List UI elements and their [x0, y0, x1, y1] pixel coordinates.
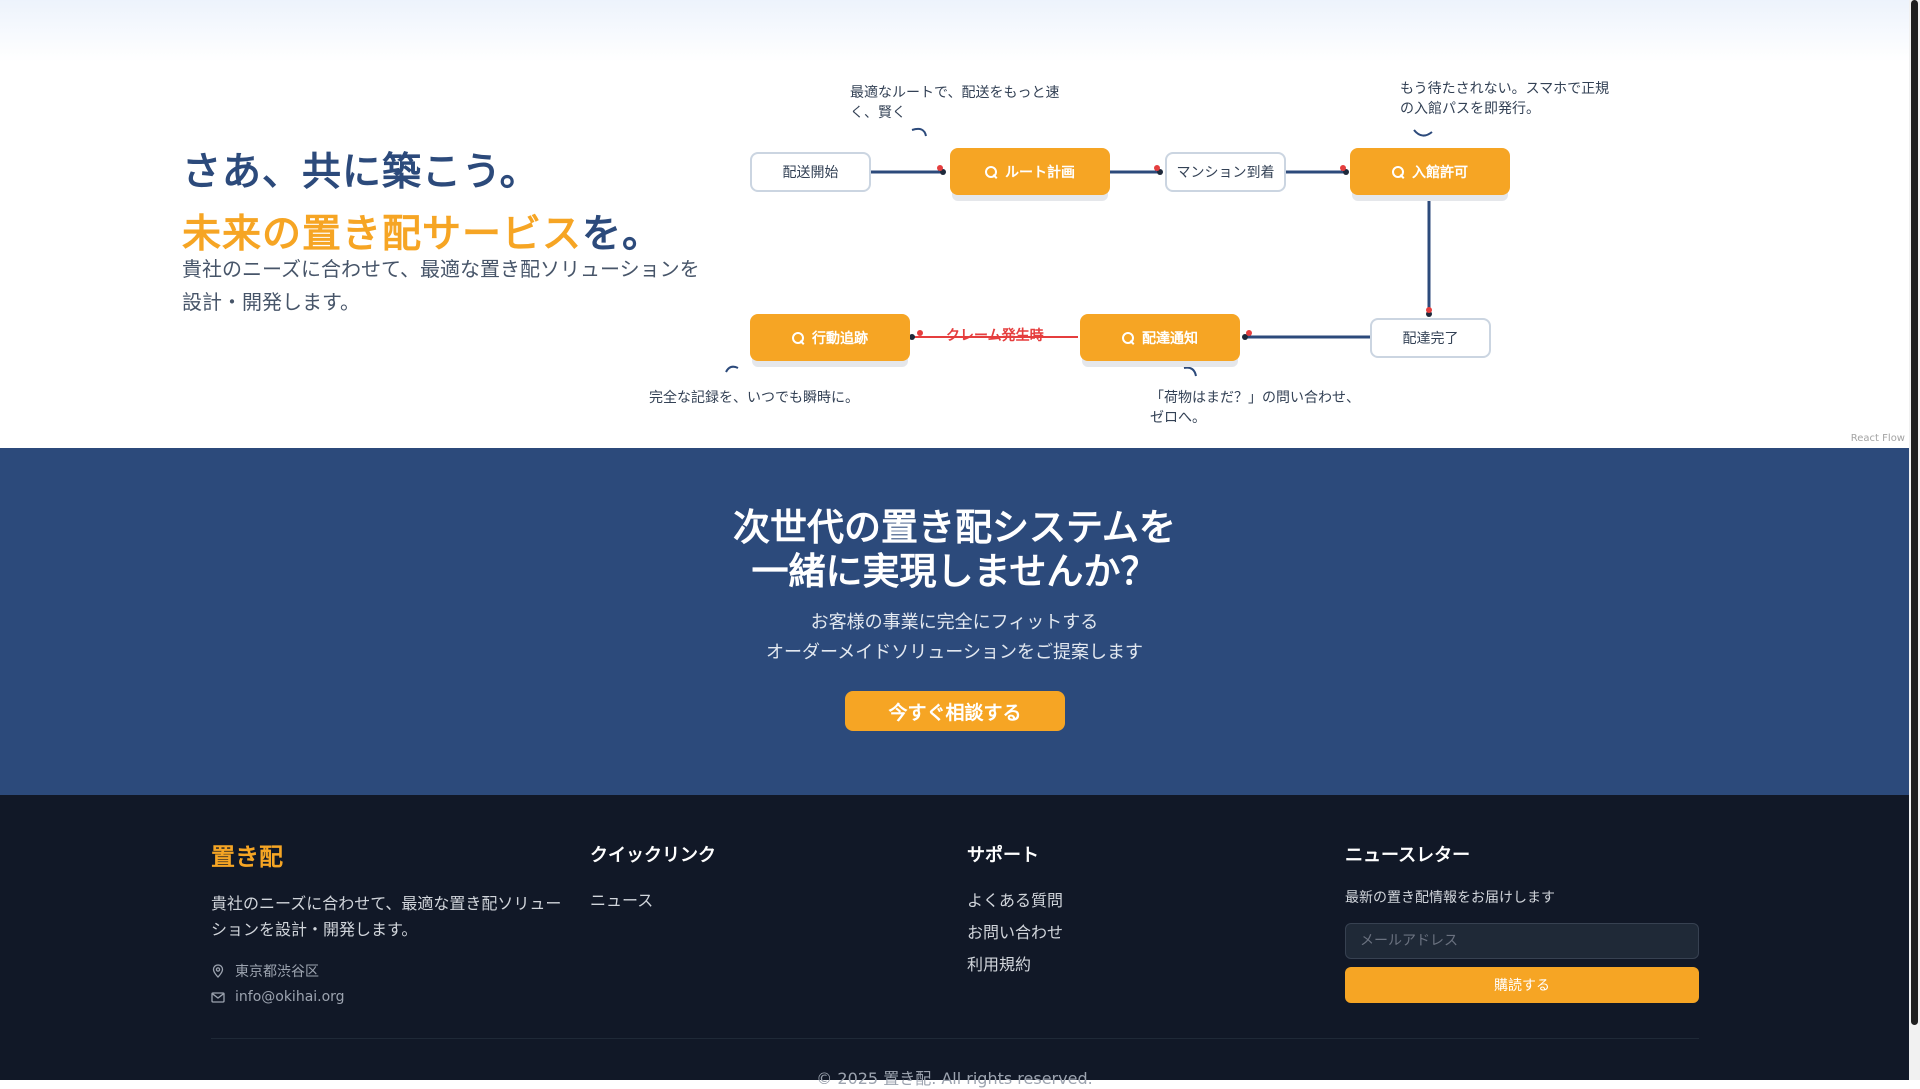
footer-divider [211, 1038, 1699, 1039]
flow-node-arrive[interactable]: マンション到着 [1165, 152, 1286, 192]
edge-label-complaint: クレーム発生時 [946, 328, 1044, 344]
flow-note-route: 最適なルートで、配送をもっと速く、賢く [850, 85, 1060, 121]
quick-link-news[interactable]: ニュース [590, 885, 653, 917]
support-link-faq[interactable]: よくある質問 [967, 885, 1063, 917]
subscribe-button[interactable]: 購読する [1345, 967, 1699, 1003]
flow-node-label: ルート計画 [1005, 164, 1075, 181]
flow-edges [725, 127, 1433, 377]
flow-node-label: 配送開始 [782, 165, 839, 181]
curved-arrow-icon [725, 365, 739, 373]
search-icon [985, 165, 997, 178]
cta-section: 次世代の置き配システムを 一緒に実現しませんか？ お客様の事業に完全にフィットす… [0, 448, 1909, 795]
footer: 置き配 貴社のニーズに合わせて、最適な置き配ソリューションを設計・開発します。 … [0, 795, 1909, 1088]
search-icon [1122, 331, 1134, 344]
curved-arrow-icon [1183, 366, 1197, 377]
footer-address: 東京都渋谷区 [211, 961, 319, 981]
newsletter-description: 最新の置き配情報をお届けします [1345, 890, 1555, 906]
support-link-terms[interactable]: 利用規約 [967, 949, 1063, 981]
flow-node-route[interactable]: ルート計画 [950, 148, 1110, 195]
page-scrollbar-thumb[interactable] [1911, 0, 1918, 1025]
flow-node-label: 配達完了 [1402, 331, 1459, 347]
flow-node-label: マンション到着 [1176, 165, 1275, 181]
flow-node-entry[interactable]: 入館許可 [1350, 148, 1510, 195]
support-links-list: よくある質問 お問い合わせ 利用規約 [967, 885, 1063, 981]
flow-node-label: 配達通知 [1142, 330, 1198, 347]
flow-node-start[interactable]: 配送開始 [750, 152, 871, 192]
support-link-contact[interactable]: お問い合わせ [967, 917, 1063, 949]
flow-node-notify[interactable]: 配達通知 [1080, 314, 1240, 361]
flow-node-done[interactable]: 配達完了 [1370, 318, 1491, 358]
flow-note-track: 完全な記録を、いつでも瞬時に。 [649, 390, 859, 406]
react-flow-attribution[interactable]: React Flow [1851, 433, 1905, 444]
footer-email[interactable]: info@okihai.org [211, 989, 345, 1005]
flow-node-label: 行動追跡 [812, 330, 868, 347]
footer-email-text: info@okihai.org [235, 989, 345, 1005]
flow-node-label: 入館許可 [1412, 164, 1468, 181]
search-icon [1392, 165, 1404, 178]
newsletter-title: ニュースレター [1345, 845, 1471, 866]
flow-note-entry: もう待たされない。スマホで正規の入館パスを即発行。 [1400, 81, 1610, 117]
footer-description: 貴社のニーズに合わせて、最適な置き配ソリューションを設計・開発します。 [211, 894, 562, 939]
cta-title-line2: 一緒に実現しませんか？ [751, 550, 1158, 593]
flow-note-notify: 「荷物はまだ？」の問い合わせ、ゼロへ。 [1150, 390, 1360, 426]
footer-address-text: 東京都渋谷区 [235, 964, 319, 980]
footer-copyright: © 2025 置き配. All rights reserved. [816, 1069, 1093, 1088]
newsletter-email-input[interactable] [1345, 923, 1699, 959]
cta-subtitle: お客様の事業に完全にフィットする オーダーメイドソリューションをご提案します [0, 608, 1909, 668]
mail-icon [211, 992, 225, 1003]
cta-sub-line1: お客様の事業に完全にフィットする [810, 612, 1099, 633]
support-title: サポート [967, 845, 1039, 866]
hero-section: さあ、共に築こう。 未来の置き配サービスを。 貴社のニーズに合わせて、最適な置き… [0, 0, 1909, 448]
location-pin-icon [212, 964, 224, 978]
cta-sub-line2: オーダーメイドソリューションをご提案します [766, 642, 1143, 663]
cta-title: 次世代の置き配システムを 一緒に実現しませんか？ [0, 506, 1909, 594]
curved-arrow-icon [1413, 129, 1433, 137]
curved-arrow-icon [911, 127, 927, 137]
consult-now-button[interactable]: 今すぐ相談する [845, 691, 1065, 731]
flow-node-track[interactable]: 行動追跡 [750, 314, 910, 361]
flow-diagram: 配送開始 ルート計画 マンション到着 入館許可 配達完了 配達通知 行動追跡 ク… [0, 0, 1909, 448]
quick-links-title: クイックリンク [590, 845, 716, 866]
cta-title-line1: 次世代の置き配システムを [733, 506, 1176, 549]
quick-links-list: ニュース [590, 885, 653, 917]
footer-brand-logo[interactable]: 置き配 [211, 837, 283, 872]
search-icon [792, 331, 804, 344]
